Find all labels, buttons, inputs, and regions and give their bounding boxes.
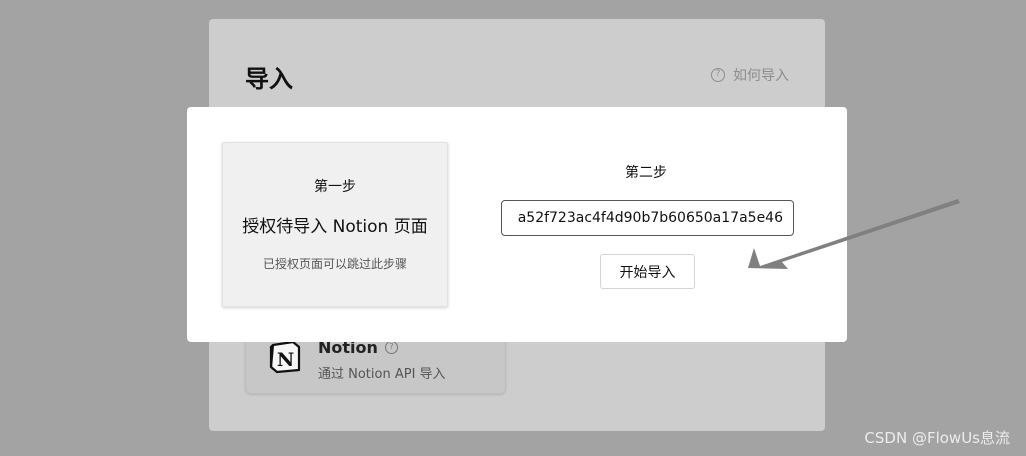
notion-logo-letter: N: [277, 349, 294, 371]
start-import-button[interactable]: 开始导入: [600, 254, 695, 289]
step1-label: 第一步: [314, 179, 356, 195]
notion-logo-icon: N: [269, 340, 301, 374]
step2-label: 第二步: [625, 165, 667, 181]
notion-card-description: 通过 Notion API 导入: [318, 367, 446, 382]
import-modal: 第一步 授权待导入 Notion 页面 已授权页面可以跳过此步骤 第二步 a52…: [187, 107, 847, 342]
step1-authorize-card[interactable]: 第一步 授权待导入 Notion 页面 已授权页面可以跳过此步骤: [222, 142, 448, 307]
token-input-value: a52f723ac4f4d90b7b60650a17a5e46: [517, 210, 783, 226]
page-title: 导入: [245, 65, 293, 93]
how-to-import-label: 如何导入: [733, 68, 789, 84]
step1-heading: 授权待导入 Notion 页面: [242, 217, 428, 237]
how-to-import-link[interactable]: ? 如何导入: [711, 65, 789, 85]
token-input[interactable]: a52f723ac4f4d90b7b60650a17a5e46: [501, 200, 794, 236]
help-circle-icon: ?: [711, 68, 725, 82]
step1-note: 已授权页面可以跳过此步骤: [262, 257, 407, 271]
watermark: CSDN @FlowUs息流: [864, 429, 1010, 447]
help-circle-icon[interactable]: ?: [385, 341, 398, 354]
